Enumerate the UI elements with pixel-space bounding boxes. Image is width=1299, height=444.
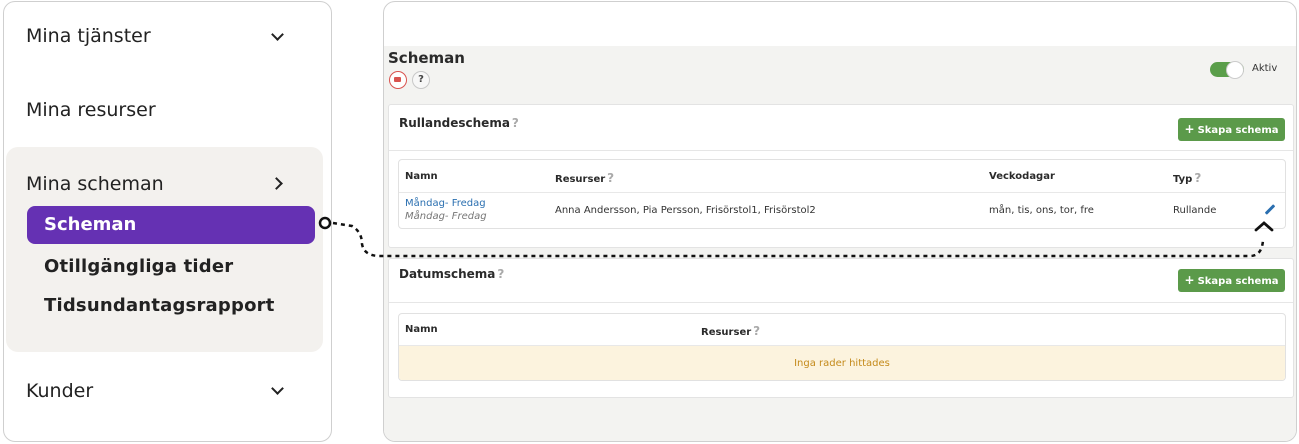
column-header-label: Resurser (701, 327, 752, 338)
nav-item-label: Mina resurser (26, 99, 156, 121)
create-schedule-button[interactable]: + Skapa schema (1178, 118, 1285, 141)
edit-pencil-icon[interactable] (1264, 204, 1276, 215)
button-label: Skapa schema (1197, 125, 1279, 136)
button-label: Skapa schema (1197, 276, 1279, 287)
active-toggle[interactable] (1210, 61, 1244, 79)
create-schedule-button[interactable]: + Skapa schema (1178, 269, 1285, 292)
column-header-resources: Resurser? (555, 171, 614, 185)
nav-item-label: Mina scheman (26, 173, 164, 195)
help-icon[interactable]: ? (607, 171, 614, 185)
schedule-type: Rullande (1173, 205, 1217, 216)
subnav-item-label: Scheman (44, 214, 137, 235)
panel-title: Rullandeschema? (399, 116, 519, 130)
schedule-weekdays: mån, tis, ons, tor, fre (989, 205, 1094, 216)
nav-item-label: Kunder (26, 380, 94, 402)
help-icon[interactable]: ? (412, 71, 430, 89)
app-window: Scheman ? Aktiv Rullandeschema? + Skapa s… (383, 1, 1297, 442)
nav-item-kunder[interactable]: Kunder (26, 380, 93, 402)
subnav-item-scheman[interactable]: Scheman (27, 206, 315, 244)
schedule-name-subtitle: Måndag- Fredag (405, 211, 487, 222)
nav-item-label: Mina tjänster (26, 25, 151, 47)
toggle-label: Aktiv (1252, 63, 1278, 74)
schedule-name-link[interactable]: Måndag- Fredag (405, 198, 486, 209)
subnav-item-label: Tidsundantagsrapport (44, 295, 275, 316)
column-header-name: Namn (405, 171, 438, 182)
help-icon[interactable]: ? (753, 324, 760, 338)
divider (399, 192, 1285, 193)
divider (389, 302, 1293, 303)
nav-item-mina-scheman[interactable]: Mina scheman (26, 173, 164, 195)
nav-item-mina-tjanster[interactable]: Mina tjänster (26, 25, 151, 47)
schedule-resources: Anna Andersson, Pia Persson, Frisörstol1… (555, 205, 816, 216)
panel-title-text: Datumschema (399, 267, 496, 281)
help-icon[interactable]: ? (1194, 171, 1201, 185)
divider (389, 150, 1293, 151)
rolling-schedule-panel: Rullandeschema? + Skapa schema Namn Resur… (388, 104, 1294, 248)
nav-item-mina-resurser[interactable]: Mina resurser (26, 99, 156, 121)
help-icon[interactable]: ? (512, 116, 519, 130)
plus-icon: + (1184, 273, 1195, 287)
column-header-name: Namn (405, 324, 438, 335)
column-header-resources: Resurser? (701, 324, 760, 338)
page-title: Scheman (388, 49, 465, 67)
plus-icon: + (1184, 122, 1195, 136)
help-icon[interactable]: ? (497, 267, 504, 281)
column-header-label: Resurser (555, 174, 606, 185)
column-header-label: Typ (1173, 174, 1193, 185)
youtube-icon[interactable] (389, 71, 407, 89)
subnav-item-otillgangliga-tider[interactable]: Otillgängliga tider (44, 256, 233, 277)
empty-state-message: Inga rader hittades (399, 346, 1285, 380)
column-header-weekdays: Veckodagar (989, 171, 1055, 182)
rolling-schedule-table: Namn Resurser? Veckodagar Typ? Måndag- F… (398, 159, 1286, 229)
panel-title: Datumschema? (399, 267, 504, 281)
panel-title-text: Rullandeschema (399, 116, 510, 130)
dated-schedule-panel: Datumschema? + Skapa schema Namn Resurser… (388, 258, 1294, 398)
dated-schedule-table: Namn Resurser? Inga rader hittades (398, 313, 1286, 381)
column-header-type: Typ? (1173, 171, 1201, 185)
subnav-item-tidsundantagsrapport[interactable]: Tidsundantagsrapport (44, 295, 275, 316)
subnav-item-label: Otillgängliga tider (44, 256, 234, 277)
